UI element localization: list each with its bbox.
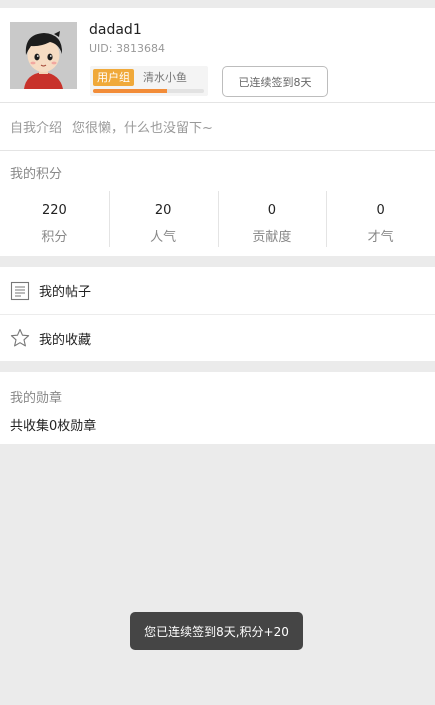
stat-value: 0 [267, 203, 277, 218]
user-group: 用户组 清水小鱼 [90, 66, 208, 96]
medals-title: 我的勋章 [10, 391, 63, 406]
profile-header: dadad1 UID: 3813684 用户组 清水小鱼 已连续签到8天 [0, 8, 435, 103]
stat-value: 220 [41, 203, 67, 218]
user-group-name: 清水小鱼 [143, 71, 187, 84]
stat-value: 0 [376, 203, 385, 218]
menu-item-my-favorites[interactable]: 我的收藏 [0, 314, 435, 361]
stat-label: 贡献度 [252, 230, 292, 245]
toast-message: 您已连续签到8天,积分+20 [130, 612, 303, 650]
stat-label: 才气 [367, 230, 394, 245]
avatar[interactable] [10, 22, 77, 89]
star-icon [10, 328, 30, 348]
medals-count: 共收集0枚勋章 [10, 419, 97, 434]
top-strip [0, 0, 435, 8]
section-gap [0, 361, 435, 372]
stat-popularity[interactable]: 20 人气 [108, 191, 218, 247]
stat-talent[interactable]: 0 才气 [326, 191, 435, 247]
menu-item-my-posts[interactable]: 我的帖子 [0, 267, 435, 314]
points-stats: 220 积分 20 人气 0 贡献度 0 才气 [0, 191, 435, 247]
menu-list: 我的帖子 我的收藏 [0, 267, 435, 361]
stat-label: 人气 [150, 230, 177, 245]
intro-row[interactable]: 自我介绍 您很懒，什么也没留下~ [0, 103, 435, 151]
user-id: UID: 3813684 [89, 42, 165, 55]
stat-label: 积分 [41, 230, 68, 245]
medals-section: 我的勋章 共收集0枚勋章 [0, 372, 435, 444]
section-gap [0, 256, 435, 267]
group-progress-bar [93, 89, 204, 93]
document-icon [10, 281, 30, 301]
points-title: 我的积分 [10, 167, 63, 182]
points-section: 我的积分 220 积分 20 人气 0 贡献度 0 才气 [0, 151, 435, 256]
stat-points[interactable]: 220 积分 [0, 191, 109, 247]
menu-item-label: 我的帖子 [39, 285, 92, 300]
intro-text: 您很懒，什么也没留下~ [72, 121, 213, 136]
username: dadad1 [89, 22, 142, 38]
stat-contribution[interactable]: 0 贡献度 [217, 191, 327, 247]
user-group-badge: 用户组 [93, 69, 134, 86]
intro-label: 自我介绍 [10, 121, 63, 136]
avatar-icon [10, 22, 77, 89]
menu-item-label: 我的收藏 [39, 332, 92, 348]
group-progress-fill [93, 89, 168, 93]
stat-value: 20 [154, 203, 172, 218]
checkin-button[interactable]: 已连续签到8天 [222, 66, 328, 97]
